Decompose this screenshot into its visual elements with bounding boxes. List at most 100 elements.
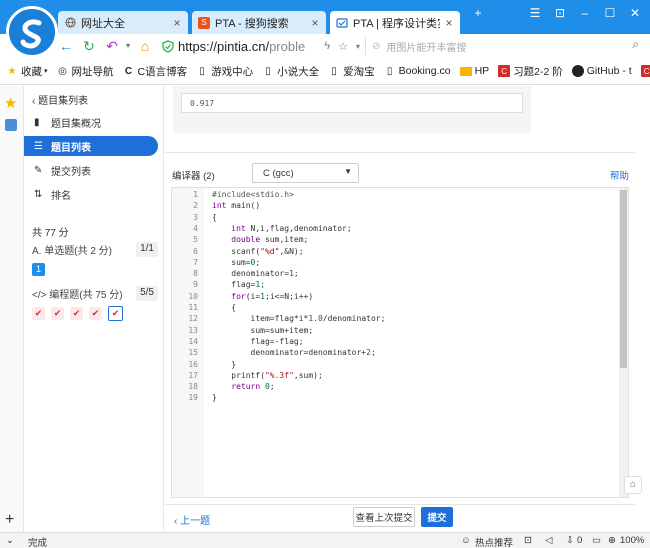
bookmark-item[interactable]: ★ 收藏 ▾ — [6, 64, 48, 79]
sidebar-item-submissions[interactable]: ✎ 提交列表 — [24, 160, 158, 180]
pta-icon: C — [640, 65, 650, 77]
code-line[interactable]: #include<stdio.h> — [212, 189, 294, 200]
sidebar-item-problem-list[interactable]: ☰ 题目列表 — [24, 136, 158, 156]
window-icon[interactable]: ▭ — [592, 535, 601, 546]
chevron-down-icon[interactable]: ▾ — [356, 42, 360, 51]
line-number: 18 — [188, 382, 198, 392]
star-outline-icon[interactable]: ☆ — [338, 40, 348, 53]
code-line[interactable]: sum=0; — [212, 257, 260, 268]
home-icon[interactable]: ⌂ — [137, 38, 153, 54]
bookmark-item[interactable]: C C语言博客 — [123, 64, 187, 79]
bookmark-item[interactable]: ▯ Booking.co — [384, 65, 451, 77]
url-field[interactable]: https://pintia.cn/proble ϟ ☆ ▾ — [162, 36, 360, 56]
back-to-problem-sets-link[interactable]: ‹ 题目集列表 — [32, 92, 88, 107]
compiler-select[interactable]: C (gcc) ▼ — [252, 163, 359, 183]
sample-output-panel: 0.917 — [173, 86, 531, 133]
editor-scrollbar-thumb[interactable] — [620, 190, 627, 368]
line-number: 10 — [188, 291, 198, 301]
question-badge-current[interactable]: ✔ — [108, 306, 123, 321]
lightning-icon[interactable]: ϟ — [324, 40, 330, 52]
feedback-icon[interactable]: ⌂ — [624, 476, 642, 494]
download-icon[interactable]: ⇩ — [566, 535, 574, 546]
bookmark-item[interactable]: ◎ 网址导航 — [57, 64, 113, 79]
bookmark-item[interactable]: ▯ 小说大全 — [262, 64, 319, 79]
sidebar-item-ranking[interactable]: ⇅ 排名 — [24, 184, 158, 204]
zoom-level[interactable]: 100% — [620, 535, 644, 546]
hot-recommend-link[interactable]: 热点推荐 — [475, 535, 513, 548]
close-icon[interactable]: × — [310, 16, 320, 30]
tab-3[interactable]: PTA | 程序设计类实验辅 × — [330, 11, 460, 34]
minimize-icon[interactable]: – — [575, 6, 595, 20]
add-plus-icon[interactable]: + — [5, 511, 14, 529]
code-line[interactable]: flag=-flag; — [212, 336, 304, 347]
code-line[interactable]: denominator=1; — [212, 268, 298, 279]
question-badge[interactable]: ✔ — [51, 307, 64, 320]
skin-icon[interactable]: ⊡ — [550, 6, 570, 20]
code-line[interactable]: } — [212, 359, 236, 370]
prev-problem-link[interactable]: ‹ 上一题 — [174, 512, 210, 527]
question-badge[interactable]: ✔ — [32, 307, 45, 320]
browser-logo-icon[interactable] — [6, 6, 58, 58]
programming-section: </> 编程题(共 75 分) 5/5 — [32, 286, 158, 301]
code-line[interactable]: denominator=denominator+2; — [212, 347, 376, 358]
bookmark-item[interactable]: ▯ 爱淘宝 — [328, 64, 374, 79]
code-line[interactable]: int N,i,flag,denominator; — [212, 223, 351, 234]
tab-label: PTA - 搜狗搜索 — [215, 17, 289, 30]
view-last-submission-button[interactable]: 查看上次提交 — [353, 507, 415, 527]
code-line[interactable]: scanf("%d",&N); — [212, 246, 303, 257]
editor-scrollbar[interactable] — [619, 188, 628, 497]
submit-button[interactable]: 提交 — [421, 507, 453, 527]
code-line[interactable]: { — [212, 212, 217, 223]
code-line[interactable]: return 0; — [212, 381, 274, 392]
code-line[interactable]: } — [212, 392, 217, 403]
sogou-icon: S — [198, 16, 210, 29]
line-number: 17 — [188, 370, 198, 380]
help-link[interactable]: 帮助 — [610, 168, 629, 182]
tab-1[interactable]: 网址大全 × — [58, 11, 188, 34]
question-badge[interactable]: ✔ — [70, 307, 83, 320]
close-icon[interactable]: × — [444, 16, 454, 30]
screenshot-icon[interactable]: ⊡ — [524, 535, 532, 546]
bookmark-item[interactable]: CN — [640, 65, 650, 77]
code-line[interactable]: { — [212, 302, 236, 313]
line-number: 3 — [193, 212, 198, 222]
search-icon[interactable]: ⌕ — [632, 37, 639, 52]
sidebar-item-overview[interactable]: ▮ 题目集概况 — [24, 112, 158, 132]
search-input[interactable]: ⊘ 用图片能开丰富搜 ⌕ — [365, 37, 645, 55]
bookmark-item[interactable]: HP — [459, 65, 489, 77]
code-line[interactable]: flag=1; — [212, 279, 265, 290]
bookmark-label: 小说大全 — [277, 65, 320, 78]
line-number: 5 — [193, 235, 198, 245]
close-icon[interactable]: × — [172, 16, 182, 30]
new-tab-plus-icon[interactable]: + — [468, 6, 488, 20]
question-badge[interactable]: ✔ — [89, 307, 102, 320]
window-close-icon[interactable]: ✕ — [625, 6, 645, 20]
tab-2[interactable]: S PTA - 搜狗搜索 × — [192, 11, 326, 34]
question-badge[interactable]: 1 — [32, 263, 45, 276]
code-line[interactable]: for(i=1;i<=N;i++) — [212, 291, 313, 302]
undo-icon[interactable]: ↶ — [104, 38, 120, 54]
favorite-star-icon[interactable]: ★ — [4, 94, 17, 112]
zoom-icon[interactable]: ⊕ — [608, 535, 616, 546]
code-line[interactable]: double sum,item; — [212, 234, 308, 245]
code-token: "%.3f" — [264, 370, 294, 380]
bookmark-item[interactable]: C 习题2-2 阶 — [498, 64, 563, 79]
sound-icon[interactable]: ◁ — [545, 535, 552, 546]
code-line[interactable]: sum=sum+item; — [212, 325, 314, 336]
url-path: proble — [269, 38, 306, 54]
bookmark-item[interactable]: GitHub - t — [571, 65, 632, 77]
back-arrow-icon[interactable]: ← — [58, 38, 74, 54]
code-line[interactable]: item=flag*i*1.0/denominator; — [212, 313, 386, 324]
code-line[interactable]: printf("%.3f",sum); — [212, 370, 323, 381]
refresh-icon[interactable]: ↻ — [81, 38, 97, 54]
code-line[interactable]: int main() — [212, 200, 260, 211]
code-token: item=flag*i* — [212, 314, 309, 324]
code-token: } — [212, 393, 217, 403]
maximize-icon[interactable]: ☐ — [600, 6, 620, 20]
bookmark-item[interactable]: ▯ 游戏中心 — [196, 64, 253, 79]
chevron-down-icon[interactable]: ▾ — [120, 38, 136, 54]
code-editor[interactable]: 1 #include<stdio.h> 2 int main() 3 {4 int N,i… — [171, 187, 629, 498]
reader-icon[interactable] — [5, 119, 17, 131]
menu-icon[interactable]: ☰ — [525, 6, 545, 20]
